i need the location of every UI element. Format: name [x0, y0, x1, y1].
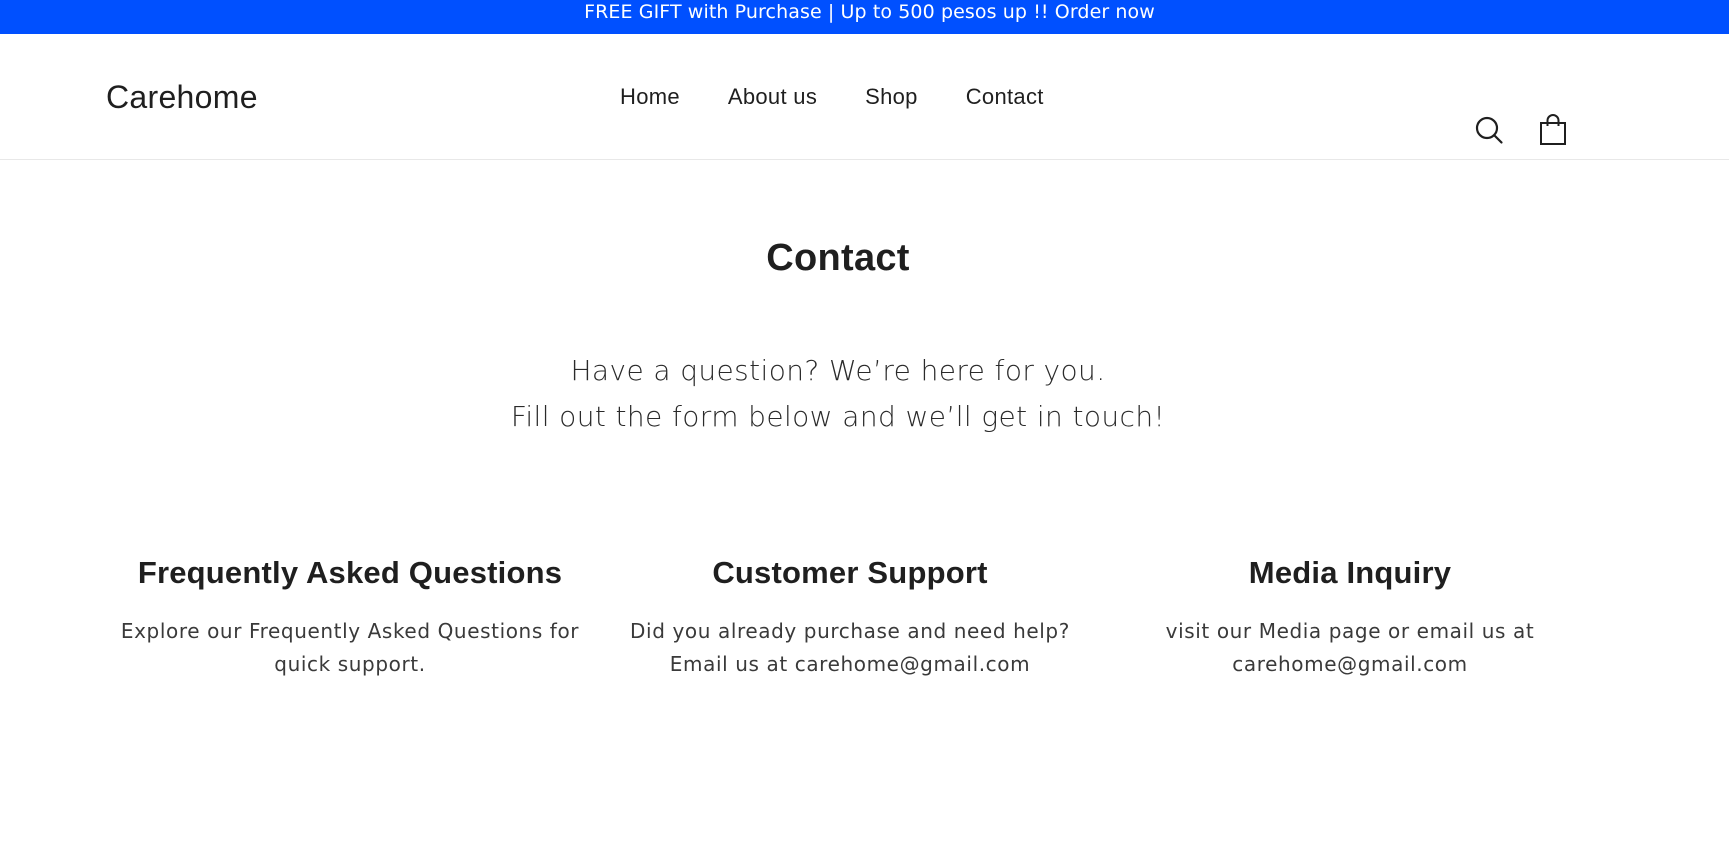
page-title: Contact: [766, 237, 910, 279]
search-icon: [1475, 116, 1503, 144]
announcement-text[interactable]: FREE GIFT with Purchase | Up to 500 peso…: [584, 1, 1155, 23]
customer-support-line-1: Did you already purchase and need help?: [630, 619, 1070, 643]
faq-text: Explore our Frequently Asked Questions f…: [100, 615, 600, 681]
nav-shop[interactable]: Shop: [865, 84, 918, 110]
intro-line-1: Have a question? We’re here for you.: [570, 354, 1106, 387]
media-inquiry-column: Media Inquiry visit our Media page or em…: [1100, 555, 1600, 681]
cart-button[interactable]: [1537, 114, 1569, 146]
faq-text-line-1: Explore our Frequently Asked Questions f…: [120, 619, 580, 643]
nav-home[interactable]: Home: [620, 84, 680, 110]
customer-support-text: Did you already purchase and need help? …: [600, 615, 1100, 681]
nav-about-us[interactable]: About us: [728, 84, 817, 110]
media-inquiry-heading: Media Inquiry: [1248, 555, 1452, 590]
faq-column: Frequently Asked Questions Explore our F…: [100, 555, 600, 681]
cart-icon: [1540, 114, 1566, 145]
customer-support-heading: Customer Support: [712, 555, 988, 590]
customer-support-column: Customer Support Did you already purchas…: [600, 555, 1100, 681]
faq-text-line-2: quick support.: [274, 652, 426, 676]
intro-text: Have a question? We’re here for you. Fil…: [0, 348, 1676, 440]
site-header: Carehome Home About us Shop Contact: [0, 34, 1729, 160]
customer-support-line-2: Email us at carehome@gmail.com: [669, 652, 1031, 676]
site-logo[interactable]: Carehome: [106, 79, 258, 116]
announcement-bar[interactable]: FREE GIFT with Purchase | Up to 500 peso…: [0, 0, 1729, 34]
search-button[interactable]: [1473, 114, 1505, 146]
media-inquiry-line-2: carehome@gmail.com: [1232, 652, 1468, 676]
media-inquiry-text: visit our Media page or email us at care…: [1100, 615, 1600, 681]
faq-heading: Frequently Asked Questions: [137, 555, 563, 590]
main-nav: Home About us Shop Contact: [620, 84, 1092, 110]
intro-line-2: Fill out the form below and we’ll get in…: [510, 400, 1166, 433]
nav-contact[interactable]: Contact: [966, 84, 1044, 110]
info-columns: Frequently Asked Questions Explore our F…: [100, 555, 1600, 681]
media-inquiry-line-1: visit our Media page or email us at: [1165, 619, 1535, 643]
